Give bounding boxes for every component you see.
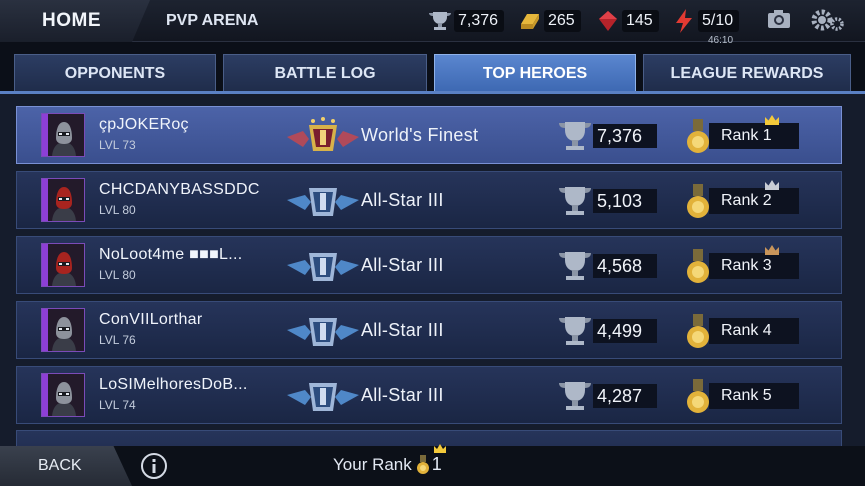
league-name: World's Finest — [361, 125, 479, 145]
rank-label: Rank 2 — [709, 188, 799, 214]
your-rank-label: Your Rank — [333, 454, 412, 474]
player-name: CHCDANYBASSDDC — [99, 181, 260, 198]
medal-icon — [416, 454, 429, 474]
trophy-icon — [557, 249, 593, 283]
gold-resource: 265 — [518, 8, 581, 34]
hero-portrait — [41, 178, 85, 222]
trophy-resource: 7,376 — [428, 8, 505, 34]
player-level: LVL 76 — [99, 333, 136, 347]
gear-icon[interactable] — [810, 8, 846, 37]
list-item[interactable]: NoLoot4me ■■■L... LVL 80 All-Star III 4,… — [16, 236, 842, 294]
league-emblem-icon — [287, 245, 359, 287]
gold-count: 265 — [544, 10, 581, 32]
league-name: All-Star III — [361, 385, 444, 405]
player-level: LVL 73 — [99, 138, 136, 152]
league-emblem-icon — [287, 180, 359, 222]
tab-league-rewards[interactable]: LEAGUE REWARDS — [643, 54, 851, 92]
trophy-score: 5,103 — [593, 189, 657, 213]
list-item[interactable]: çpJOKERoç LVL 73 World's Finest 7,376 Ra… — [16, 106, 842, 164]
top-bar: HOME PVP ARENA 7,376 265 145 5/10 46:10 — [0, 0, 865, 46]
league-name: All-Star III — [361, 255, 444, 275]
energy-count: 5/10 — [698, 10, 740, 32]
player-level: LVL 74 — [99, 398, 136, 412]
list-item[interactable]: ConVIILorthar LVL 76 All-Star III 4,499 … — [16, 301, 842, 359]
trophy-score: 7,376 — [593, 124, 657, 148]
hero-portrait — [41, 308, 85, 352]
hero-portrait — [41, 113, 85, 157]
rank-label: Rank 1 — [709, 123, 799, 149]
energy-timer: 46:10 — [708, 35, 734, 46]
camera-icon[interactable] — [766, 8, 792, 35]
medal-icon — [685, 184, 711, 220]
rank-label: Rank 3 — [709, 253, 799, 279]
trophy-count: 7,376 — [454, 10, 505, 32]
trophy-score: 4,568 — [593, 254, 657, 278]
tab-bar: OPPONENTS BATTLE LOG TOP HEROES LEAGUE R… — [0, 54, 865, 92]
league-emblem-icon — [287, 115, 359, 157]
league-emblem-icon — [287, 375, 359, 417]
trophy-icon — [557, 119, 593, 153]
trophy-icon — [557, 379, 593, 413]
player-name: ConVIILorthar — [99, 311, 203, 328]
crystal-count: 145 — [622, 10, 659, 32]
medal-icon — [685, 249, 711, 285]
player-name: çpJOKERoç — [99, 116, 189, 133]
league-name: All-Star III — [361, 190, 444, 210]
gold-bar-icon — [518, 9, 542, 33]
hero-portrait — [41, 373, 85, 417]
list-item-partial[interactable] — [16, 430, 842, 446]
energy-resource: 5/10 — [672, 8, 740, 34]
medal-icon — [685, 119, 711, 155]
trophy-score: 4,287 — [593, 384, 657, 408]
tab-opponents[interactable]: OPPONENTS — [14, 54, 216, 92]
medal-icon — [685, 314, 711, 350]
crown-icon — [765, 245, 779, 255]
crystal-icon — [596, 9, 620, 33]
top-heroes-list[interactable]: çpJOKERoç LVL 73 World's Finest 7,376 Ra… — [0, 94, 865, 446]
league-emblem-icon — [287, 310, 359, 352]
tab-top-heroes[interactable]: TOP HEROES — [434, 54, 636, 92]
crown-icon — [765, 180, 779, 190]
your-rank-value: 1 — [431, 454, 442, 474]
player-name: NoLoot4me ■■■L... — [99, 246, 243, 263]
trophy-score: 4,499 — [593, 319, 657, 343]
list-item[interactable]: CHCDANYBASSDDC LVL 80 All-Star III 5,103… — [16, 171, 842, 229]
crown-icon — [433, 444, 446, 453]
trophy-icon — [428, 9, 452, 33]
your-rank: Your Rank 1 — [333, 444, 446, 475]
page-title: PVP ARENA — [166, 12, 259, 29]
rank-label: Rank 5 — [709, 383, 799, 409]
player-level: LVL 80 — [99, 203, 136, 217]
trophy-icon — [557, 314, 593, 348]
league-name: All-Star III — [361, 320, 444, 340]
info-icon[interactable] — [140, 452, 168, 485]
crystal-resource: 145 — [596, 8, 659, 34]
hero-portrait — [41, 243, 85, 287]
trophy-icon — [557, 184, 593, 218]
bottom-bar: BACK Your Rank 1 — [0, 444, 865, 486]
lightning-icon — [672, 9, 696, 33]
home-button[interactable]: HOME — [0, 0, 150, 42]
list-item[interactable]: LoSIMelhoresDoB... LVL 74 All-Star III 4… — [16, 366, 842, 424]
back-button[interactable]: BACK — [0, 446, 132, 486]
tab-battle-log[interactable]: BATTLE LOG — [223, 54, 427, 92]
player-level: LVL 80 — [99, 268, 136, 282]
player-name: LoSIMelhoresDoB... — [99, 376, 248, 393]
rank-label: Rank 4 — [709, 318, 799, 344]
crown-icon — [765, 115, 779, 125]
medal-icon — [685, 379, 711, 415]
